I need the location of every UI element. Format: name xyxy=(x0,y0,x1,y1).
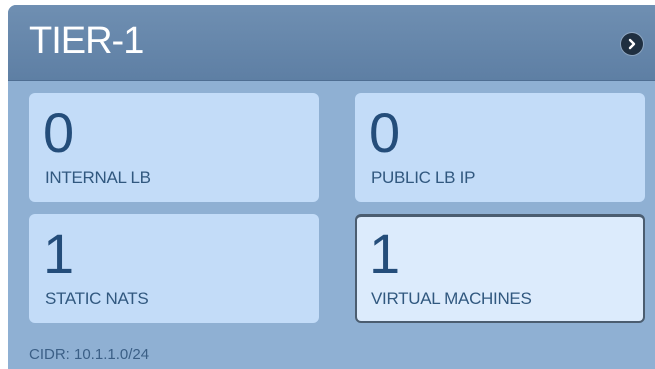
cidr-text: CIDR: 10.1.1.0/24 xyxy=(29,346,150,363)
static-nats-tile[interactable]: 1 STATIC NATS xyxy=(29,214,319,323)
public-lb-ip-tile[interactable]: 0 PUBLIC LB IP xyxy=(355,93,645,202)
tier-panel: TIER-1 0 INTERNAL LB 0 PUBLIC LB IP 1 ST… xyxy=(8,5,655,369)
panel-title: TIER-1 xyxy=(29,20,144,62)
virtual-machines-count: 1 xyxy=(369,222,401,285)
static-nats-label: STATIC NATS xyxy=(45,289,149,308)
public-lb-ip-label: PUBLIC LB IP xyxy=(371,168,476,187)
virtual-machines-tile[interactable]: 1 VIRTUAL MACHINES xyxy=(355,214,645,323)
internal-lb-count: 0 xyxy=(43,101,75,164)
internal-lb-label: INTERNAL LB xyxy=(45,168,151,187)
public-lb-ip-count: 0 xyxy=(369,101,401,164)
panel-header: TIER-1 xyxy=(8,5,655,81)
virtual-machines-label: VIRTUAL MACHINES xyxy=(371,289,532,308)
internal-lb-tile[interactable]: 0 INTERNAL LB xyxy=(29,93,319,202)
static-nats-count: 1 xyxy=(43,222,75,285)
chevron-right-glyph xyxy=(628,38,636,50)
chevron-right-icon[interactable] xyxy=(621,33,643,55)
